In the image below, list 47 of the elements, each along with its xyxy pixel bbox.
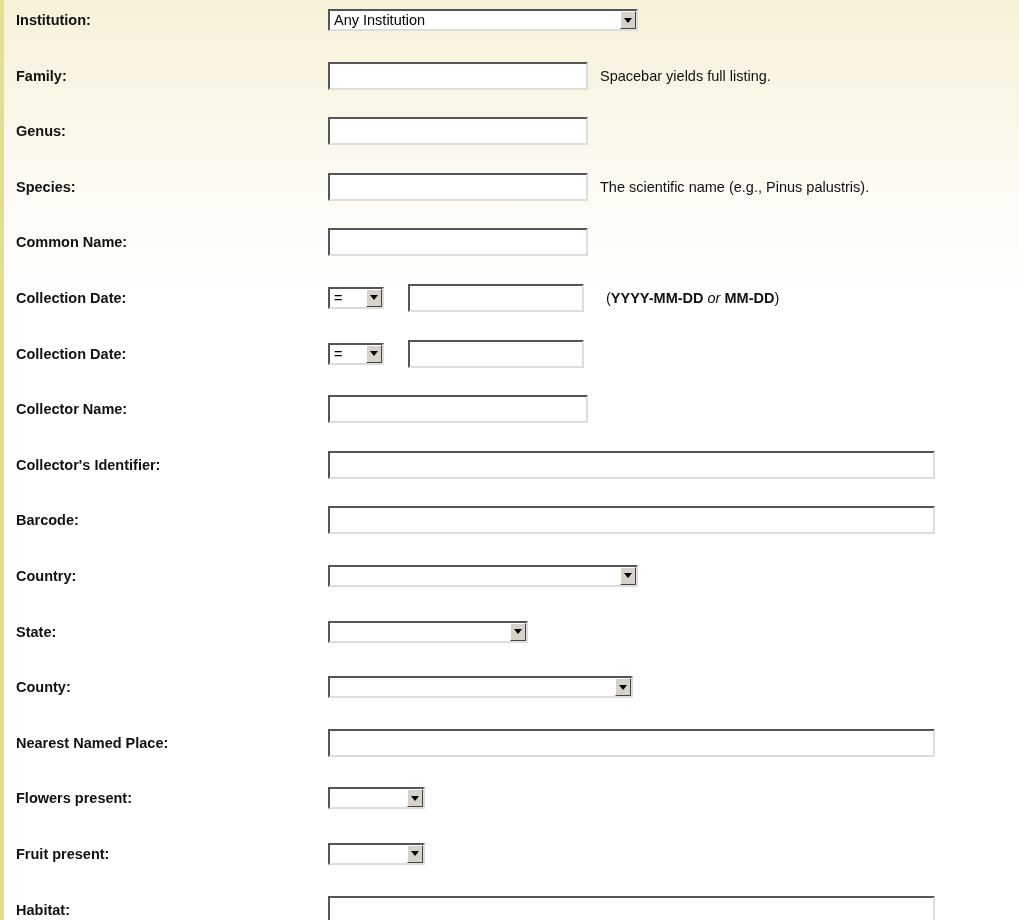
dropdown[interactable] (328, 564, 638, 587)
field-label: Collector's Identifier: (15, 455, 162, 475)
field-label: Collection Date: (15, 344, 128, 364)
field-label: Collector Name: (15, 400, 129, 420)
text-field[interactable] (328, 117, 588, 146)
text-field[interactable] (328, 172, 588, 201)
field-label: Common Name: (15, 233, 129, 253)
field-label: Institution: (15, 11, 92, 30)
hint-text: Spacebar yields full listing. (600, 67, 771, 84)
field-label: County: (15, 678, 72, 698)
field-label: State: (15, 622, 58, 642)
field-label: Fruit present: (15, 844, 111, 864)
date-field[interactable] (408, 339, 584, 368)
dropdown[interactable]: Any Institution (328, 9, 638, 31)
text-field[interactable] (328, 506, 935, 535)
caret-icon (370, 295, 378, 301)
operator-dropdown[interactable]: = (328, 286, 384, 309)
caret-icon (624, 17, 632, 23)
hint-text: (YYYY-MM-DD or MM-DD) (606, 289, 780, 306)
field-label: Nearest Named Place: (15, 733, 170, 753)
field-label: Flowers present: (15, 789, 134, 809)
field-label: Species: (15, 177, 77, 197)
field-label: Habitat: (15, 900, 71, 920)
field-label: Genus: (15, 122, 67, 142)
field-label: Family: (15, 66, 68, 86)
dropdown[interactable] (328, 787, 425, 810)
caret-icon (411, 851, 419, 857)
dropdown[interactable] (328, 676, 633, 699)
dropdown[interactable] (328, 842, 425, 865)
field-label: Country: (15, 566, 78, 586)
caret-icon (370, 351, 378, 357)
text-field[interactable] (328, 450, 935, 479)
text-field[interactable] (328, 728, 935, 757)
text-field[interactable] (328, 395, 588, 424)
field-label: Barcode: (15, 511, 80, 531)
hint-text: The scientific name (e.g., Pinus palustris). (600, 178, 870, 195)
caret-icon (624, 573, 632, 579)
text-field[interactable] (328, 61, 588, 90)
date-field[interactable] (408, 283, 584, 312)
caret-icon (619, 684, 627, 690)
caret-icon (514, 629, 522, 635)
text-field[interactable] (328, 228, 588, 257)
operator-dropdown[interactable]: = (328, 342, 384, 365)
dropdown[interactable] (328, 620, 528, 643)
text-field[interactable] (328, 895, 935, 920)
caret-icon (411, 795, 419, 801)
field-label: Collection Date: (15, 288, 128, 308)
